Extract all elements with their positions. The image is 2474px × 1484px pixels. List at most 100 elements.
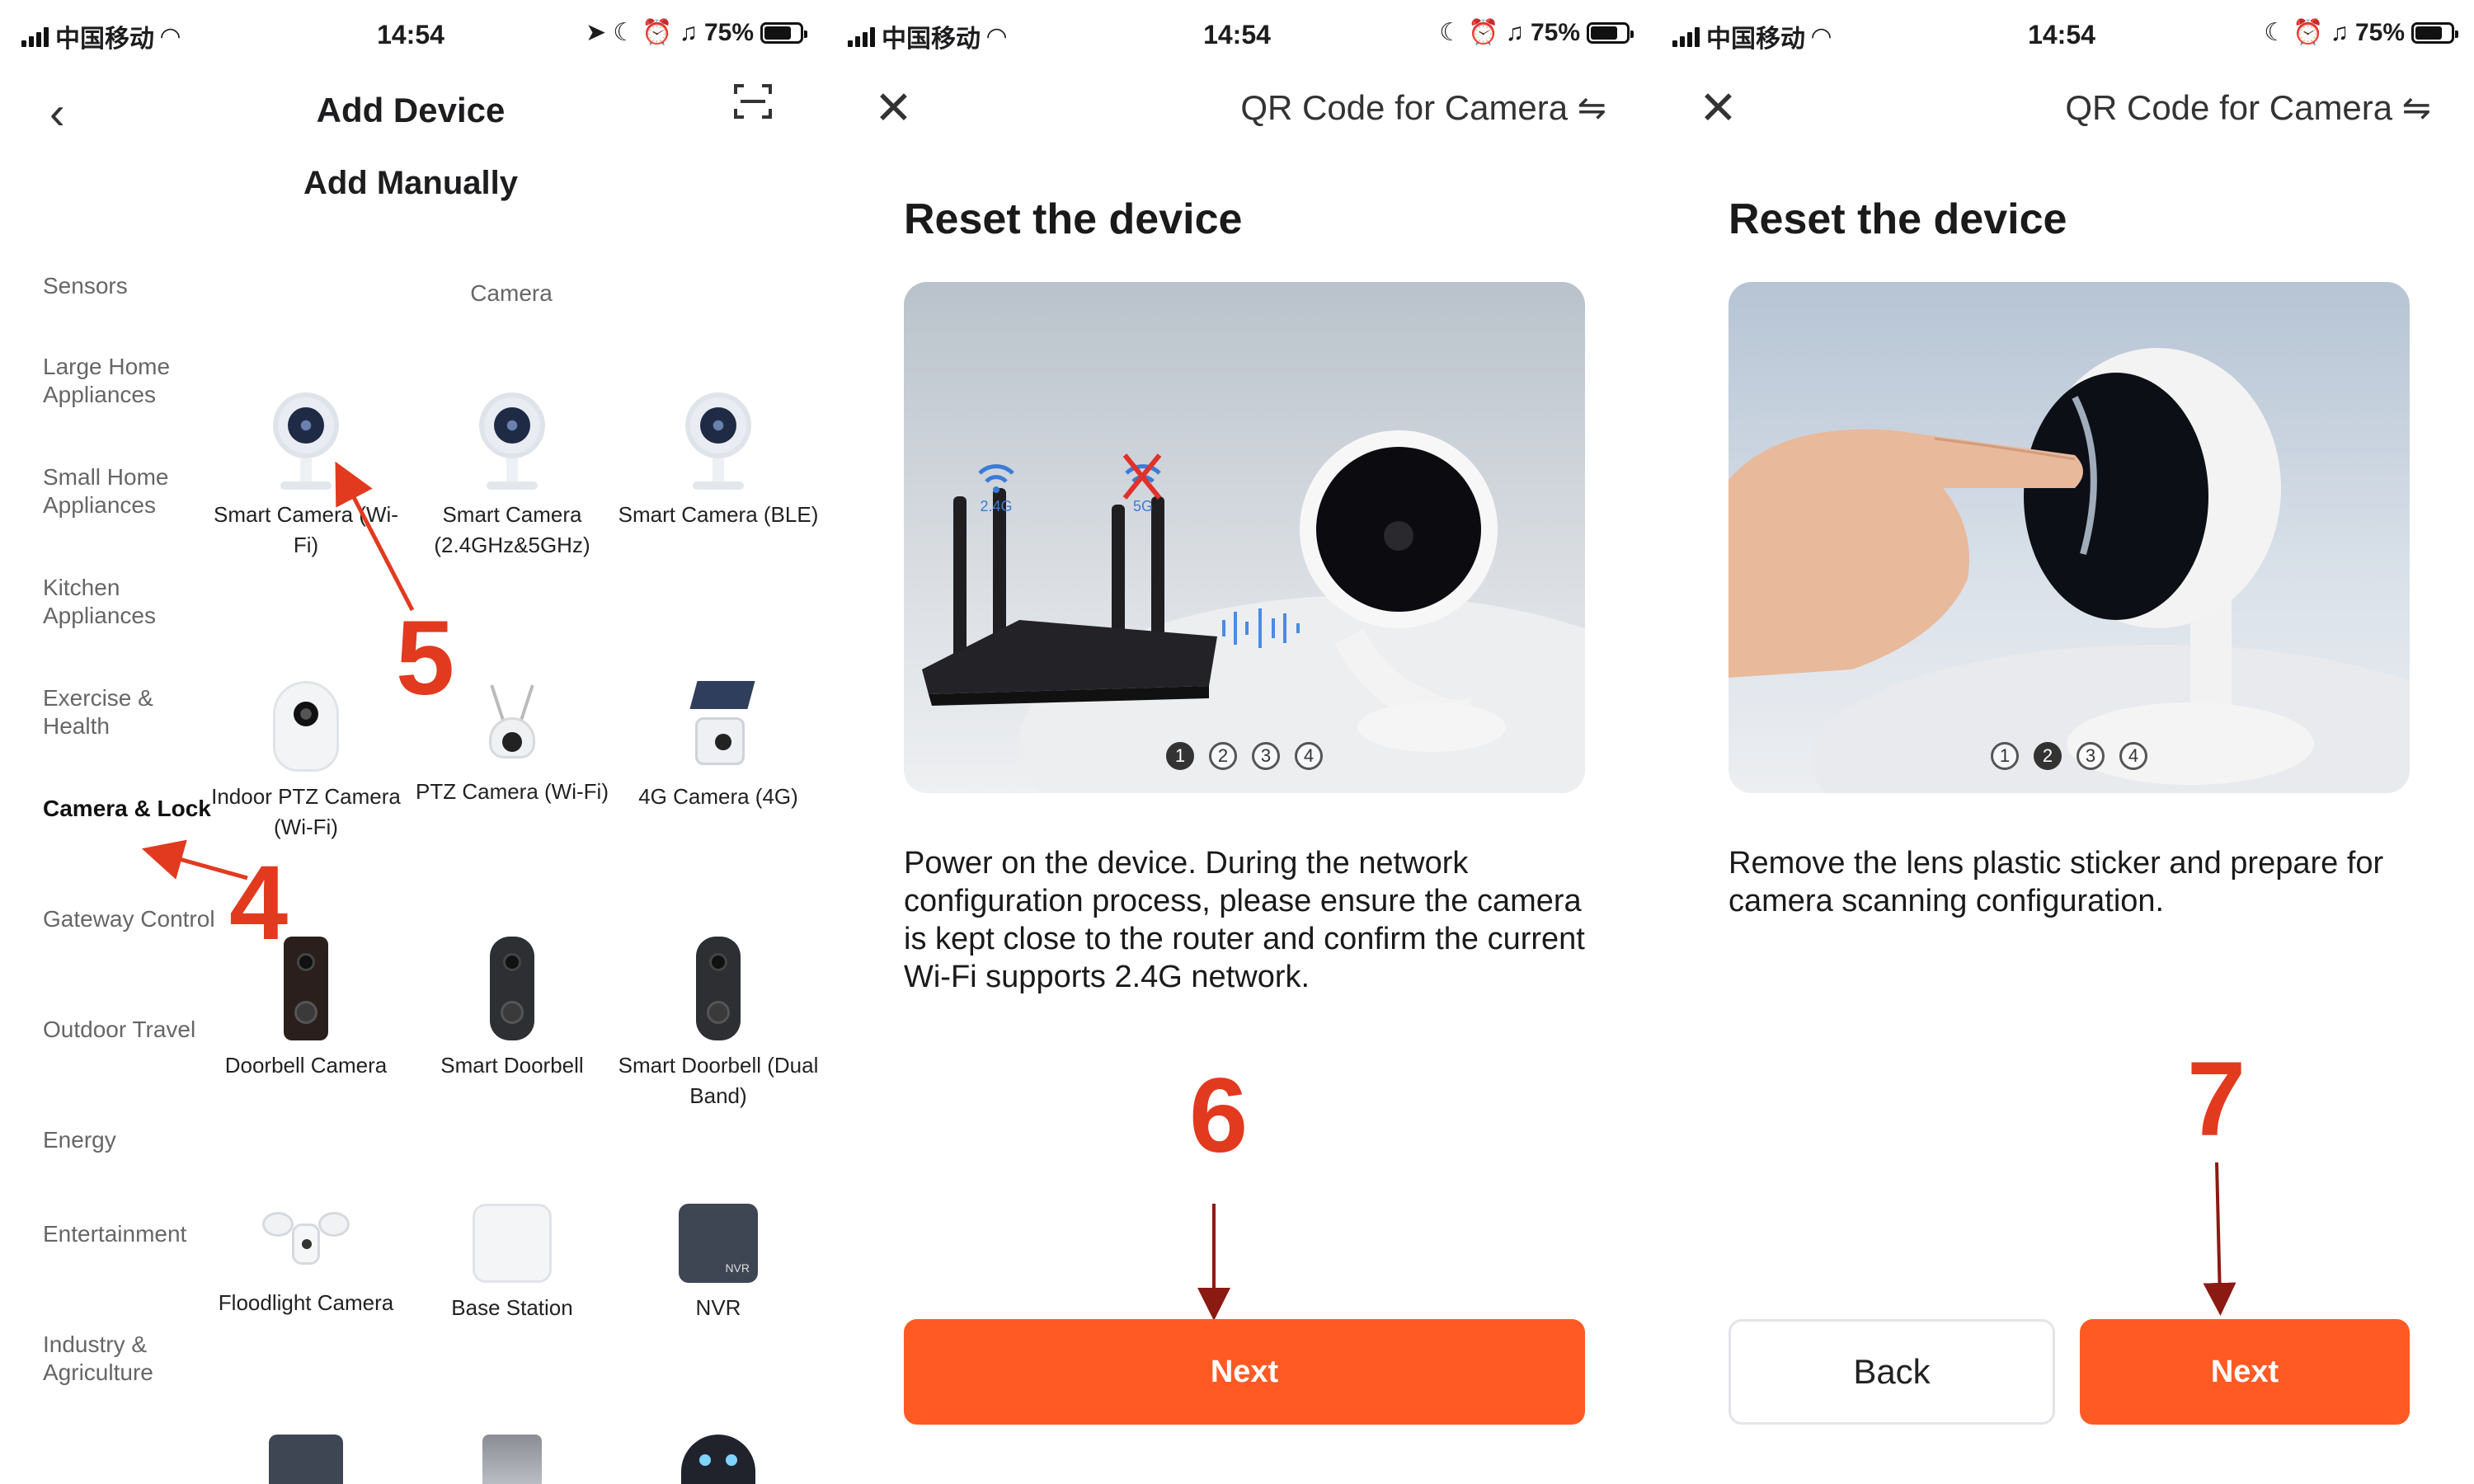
device-smart-camera-wifi[interactable]: Smart Camera (Wi-Fi) [203,392,409,561]
battery-icon [2411,21,2458,44]
instruction-text: Remove the lens plastic sticker and prep… [1729,846,2384,918]
nvr-badge: NVR [725,1261,750,1275]
wifi-5g-label: 5G [1133,498,1153,514]
alarm-icon: ⏰ [642,19,673,46]
device-label: NVR [695,1295,741,1320]
floodlight-camera-icon [261,1204,351,1278]
nav-bar: ✕ QR Code for Camera ⇋ [1651,74,2472,148]
headphones-icon: ♫ [679,18,698,46]
smart-doorbell-icon [490,937,534,1040]
device-label: Smart Camera (2.4GHz&5GHz) [434,502,590,557]
wifi-24g-label: 2.4G [980,498,1012,514]
pager-dot[interactable]: 2 [2034,742,2062,770]
sidebar-item-kitchen-appliances[interactable]: Kitchen Appliances [43,574,224,630]
pager: 1 2 3 4 [1729,742,2410,770]
qr-code-mode-switch[interactable]: QR Code for Camera ⇋ [2065,87,2431,128]
device-floodlight-camera[interactable]: Floodlight Camera [203,1204,409,1318]
nvr-icon: NVR [615,1204,821,1283]
add-device-screen: 中国移动 ◠ 14:54 ➤ ☾ ⏰ ♫ 75% ‹ Add Device Ad… [0,0,821,1484]
sidebar-item-large-home-appliances[interactable]: Large Home Appliances [43,353,224,409]
device-4g-camera[interactable]: 4G Camera (4G) [615,681,821,812]
sidebar-item-camera-lock[interactable]: Camera & Lock [43,795,224,823]
sidebar-item-energy[interactable]: Energy [43,1126,224,1154]
annotation-step-6: 6 [1189,1057,1249,1175]
moon-icon: ☾ [1439,19,1462,46]
base-station-icon [409,1204,615,1283]
ptz-camera-icon [471,684,553,767]
device-partial-2[interactable] [409,1435,615,1484]
annotation-step-7: 7 [2187,1040,2246,1158]
device-smart-camera-ble[interactable]: Smart Camera (BLE) [615,392,821,530]
smart-camera-icon [615,392,821,490]
battery-percent: 75% [2354,18,2405,46]
back-button[interactable]: Back [1729,1319,2055,1425]
device-base-station[interactable]: Base Station [409,1204,615,1323]
router-camera-illustration: 2.4G 5G 1 2 3 4 [904,282,1585,793]
device-smart-camera-dualband[interactable]: Smart Camera (2.4GHz&5GHz) [409,392,615,561]
alarm-icon: ⏰ [1468,19,1499,46]
pager-dot[interactable]: 4 [2119,742,2147,770]
device-partial-1[interactable] [203,1435,409,1484]
headphones-icon: ♫ [2330,18,2349,46]
reset-device-step1-screen: 中国移动 ◠ 14:54 ☾ ⏰ ♫ 75% ✕ QR Code for Cam… [826,0,1648,1484]
status-bar: 中国移动 ◠ 14:54 ➤ ☾ ⏰ ♫ 75% [0,0,821,74]
page-title: Reset the device [1729,195,2067,243]
sidebar-item-exercise-health[interactable]: Exercise & Health [43,684,224,740]
qr-code-mode-switch[interactable]: QR Code for Camera ⇋ [1240,87,1606,128]
device-nvr[interactable]: NVR NVR [615,1204,821,1323]
next-button[interactable]: Next [2080,1319,2410,1425]
annotation-step-5: 5 [396,599,455,717]
next-button[interactable]: Next [904,1319,1585,1425]
headphones-icon: ♫ [1505,18,1524,46]
pager-dot[interactable]: 4 [1295,742,1323,770]
location-icon: ➤ [586,19,607,46]
arrow-to-next [2203,1162,2236,1316]
pager-dot[interactable]: 1 [1991,742,2019,770]
close-icon[interactable]: ✕ [1699,81,1738,135]
sidebar-item-industry-agriculture[interactable]: Industry & Agriculture [43,1331,224,1387]
device-label: 4G Camera (4G) [638,784,798,809]
pager-dot[interactable]: 2 [1209,742,1237,770]
annotation-step-4: 4 [229,844,289,962]
smart-camera-icon [409,392,615,490]
sidebar-item-outdoor-travel[interactable]: Outdoor Travel [43,1016,224,1044]
pager-dot[interactable]: 3 [2077,742,2105,770]
battery-percent: 75% [1530,18,1580,46]
device-label: Smart Camera (BLE) [618,502,819,527]
close-icon[interactable]: ✕ [874,81,913,135]
sidebar-item-entertainment[interactable]: Entertainment [43,1220,224,1248]
scan-icon[interactable] [732,81,774,122]
robot-icon [681,1435,755,1484]
pager: 1 2 3 4 [904,742,1585,770]
sidebar-item-gateway-control[interactable]: Gateway Control [43,905,224,933]
smart-camera-icon [203,392,409,490]
nav-bar: ✕ QR Code for Camera ⇋ [826,74,1648,148]
sidebar-item-sensors[interactable]: Sensors [43,272,224,300]
page-title: Add Device [316,91,506,129]
device-smart-doorbell-dualband[interactable]: Smart Doorbell (Dual Band) [615,937,821,1111]
pager-dot[interactable]: 1 [1166,742,1194,770]
add-manually-heading: Add Manually [303,165,519,201]
page-title: Reset the device [904,195,1243,243]
device-label: Smart Doorbell (Dual Band) [618,1053,819,1108]
reset-device-step2-screen: 中国移动 ◠ 14:54 ☾ ⏰ ♫ 75% ✕ QR Code for Cam… [1651,0,2472,1484]
alarm-icon: ⏰ [2293,19,2324,46]
status-bar: 中国移动 ◠ 14:54 ☾ ⏰ ♫ 75% [1651,0,2472,74]
device-smart-doorbell[interactable]: Smart Doorbell [409,937,615,1081]
4g-solar-camera-icon [677,681,760,772]
moon-icon: ☾ [2264,19,2287,46]
device-label: Smart Doorbell [440,1053,584,1078]
device-label: Floodlight Camera [218,1290,394,1315]
device-icon [269,1435,343,1484]
moon-icon: ☾ [613,19,636,46]
router-camera-image: 2.4G 5G [922,430,1585,793]
device-partial-3[interactable] [615,1435,821,1484]
smart-doorbell-icon [696,937,741,1040]
device-indoor-ptz-camera[interactable]: Indoor PTZ Camera (Wi-Fi) [203,681,409,843]
remove-sticker-image [1729,348,2410,793]
status-bar: 中国移动 ◠ 14:54 ☾ ⏰ ♫ 75% [826,0,1648,74]
remove-sticker-illustration: 1 2 3 4 [1729,282,2410,793]
pager-dot[interactable]: 3 [1252,742,1280,770]
sidebar-item-small-home-appliances[interactable]: Small Home Appliances [43,463,224,519]
device-label: Doorbell Camera [224,1053,388,1078]
